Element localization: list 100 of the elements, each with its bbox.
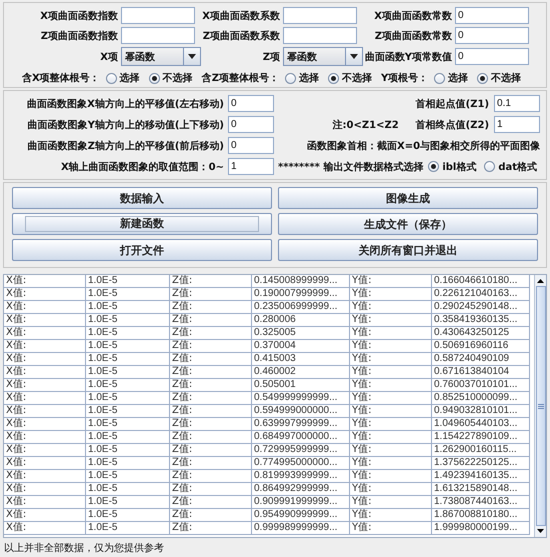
field-label: Z项 <box>262 50 280 64</box>
radio-label: 不选择 <box>491 72 522 85</box>
input-field[interactable]: 0 <box>228 137 274 154</box>
table-cell: Y值: <box>350 444 432 457</box>
table-cell: 0.226121040163... <box>432 288 530 301</box>
field-label: X项曲面函数指数 <box>39 10 118 22</box>
table-cell: 0.549999999999... <box>252 392 350 405</box>
table-cell: Y值: <box>350 483 432 496</box>
input-field[interactable]: 0 <box>455 7 529 24</box>
table-cell: Y值: <box>350 431 432 444</box>
table-cell: Z值: <box>170 314 252 327</box>
radio-button[interactable] <box>434 72 446 84</box>
table-cell: 1.613215890148... <box>432 483 530 496</box>
radio-button[interactable] <box>428 161 440 172</box>
table-cell: Z值: <box>170 509 252 522</box>
table-cell: X值: <box>4 340 86 353</box>
table-cell: 0.235006999999... <box>252 301 350 314</box>
dropdown-arrow-icon[interactable] <box>188 54 196 59</box>
input-field[interactable]: 1 <box>494 116 540 133</box>
input-field[interactable]: 1 <box>228 158 274 175</box>
input-field[interactable]: 0 <box>228 116 274 133</box>
dropdown[interactable]: 幂函数 <box>121 47 201 66</box>
table-cell: Z值: <box>170 496 252 509</box>
table-cell: Z值: <box>170 288 252 301</box>
table-cell: 0.774995000000... <box>252 457 350 470</box>
button[interactable]: 关闭所有窗口并退出 <box>278 239 538 261</box>
field-label: Z项曲面函数系数 <box>202 30 280 42</box>
field-label: 曲面函数Y项常数值 <box>364 50 452 64</box>
table-cell: Z值: <box>170 340 252 353</box>
field-label: 曲面函数图象X轴方向上的平移值(左右移动) <box>26 97 224 110</box>
table-cell: 0.729995999999... <box>252 444 350 457</box>
scroll-up-icon[interactable] <box>537 279 544 283</box>
table-cell: 0.145008999999... <box>252 275 350 288</box>
table-cell: Y值: <box>350 470 432 483</box>
input-field[interactable] <box>121 7 195 24</box>
radio-button[interactable] <box>106 72 117 84</box>
table-cell: X值: <box>4 470 86 483</box>
table-cell: Y值: <box>350 288 432 301</box>
table-cell: Z值: <box>170 522 252 535</box>
input-field[interactable] <box>121 27 195 44</box>
table-cell: Z值: <box>170 418 252 431</box>
table-cell: Y值: <box>350 496 432 509</box>
input-field[interactable]: 0 <box>455 48 529 65</box>
table-cell: Z值: <box>170 470 252 483</box>
table-cell: 0.639997999999... <box>252 418 350 431</box>
table-cell: 0.999989999999... <box>252 522 350 535</box>
table-cell: X值: <box>4 418 86 431</box>
table-cell: 1.375622250125... <box>432 457 530 470</box>
radio-button[interactable] <box>328 72 339 84</box>
table-cell: Y值: <box>350 327 432 340</box>
table-cell: 1.867008810180... <box>432 509 530 522</box>
table-cell: 0.954990999999... <box>252 509 350 522</box>
footer-text: 以上并非全部数据，仅为您提供参考 <box>4 543 164 554</box>
table-cell: Z值: <box>170 327 252 340</box>
table-cell: X值: <box>4 275 86 288</box>
button[interactable]: 图像生成 <box>278 187 538 209</box>
table-cell: 1.999980000199... <box>432 522 530 535</box>
table-cell: X值: <box>4 366 86 379</box>
radio-button[interactable] <box>284 72 296 84</box>
radio-button[interactable] <box>477 72 488 84</box>
field-label: 曲面函数图象Y轴方向上的移动值(上下移动) <box>26 118 224 132</box>
table-cell: 1.0E-5 <box>86 405 170 418</box>
field-label: 首相终点值(Z2) <box>416 118 490 132</box>
table-cell: X值: <box>4 301 86 314</box>
table-cell: X值: <box>4 327 86 340</box>
button[interactable]: 生成文件（保存） <box>278 213 538 235</box>
field-label: Z项曲面函数常数 <box>374 30 452 42</box>
button[interactable]: 打开文件 <box>12 239 272 261</box>
table-cell: Y值: <box>350 457 432 470</box>
table-cell: X值: <box>4 444 86 457</box>
table-cell: 1.0E-5 <box>86 288 170 301</box>
input-field[interactable] <box>283 27 357 44</box>
radio-label: dat格式 <box>498 160 538 174</box>
table-cell: X值: <box>4 353 86 366</box>
table-cell: 1.0E-5 <box>86 509 170 522</box>
table-cell: 1.0E-5 <box>86 392 170 405</box>
scroll-thumb[interactable] <box>536 286 546 526</box>
input-field[interactable]: 0 <box>228 95 274 112</box>
table-cell: 1.262900160115... <box>432 444 530 457</box>
button[interactable]: 数据输入 <box>12 187 272 209</box>
dropdown[interactable]: 幂函数 <box>283 47 363 66</box>
table-cell: Y值: <box>350 314 432 327</box>
table-cell: Z值: <box>170 392 252 405</box>
input-field[interactable] <box>283 7 357 24</box>
scrollbar[interactable] <box>534 275 546 537</box>
button[interactable]: 新建函数 <box>12 213 272 235</box>
table-cell: 1.0E-5 <box>86 340 170 353</box>
table-cell: X值: <box>4 509 86 522</box>
input-field[interactable]: 0 <box>455 27 529 44</box>
radio-label: 选择 <box>448 72 468 85</box>
input-field[interactable]: 0.1 <box>494 95 540 112</box>
table-cell: 0.819993999999... <box>252 470 350 483</box>
table-cell: 0.280006 <box>252 314 350 327</box>
radio-button[interactable] <box>148 72 160 84</box>
dropdown-arrow-icon[interactable] <box>350 54 358 59</box>
table-cell: Y值: <box>350 301 432 314</box>
table-cell: Y值: <box>350 522 432 535</box>
scroll-down-icon[interactable] <box>537 529 544 533</box>
radio-button[interactable] <box>484 161 496 172</box>
table-cell: Z值: <box>170 301 252 314</box>
